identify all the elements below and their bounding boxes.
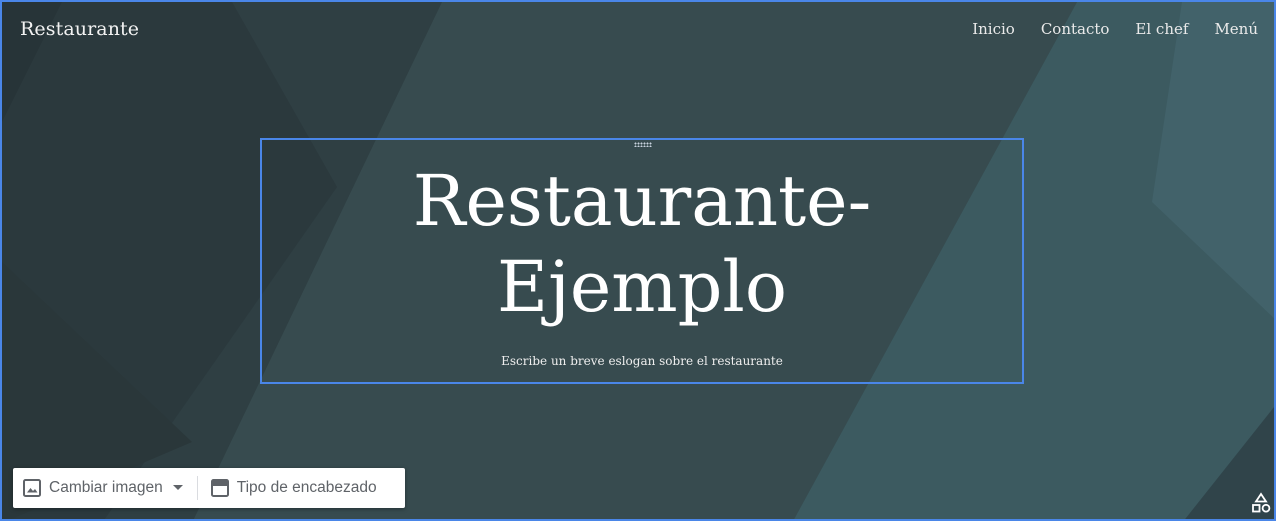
header-type-button[interactable]: Tipo de encabezado — [210, 468, 377, 508]
dropdown-arrow-icon — [172, 485, 183, 490]
toolbar-divider — [196, 476, 198, 500]
selected-text-box[interactable]: Restaurante- Ejemplo Escribe un breve es… — [260, 138, 1024, 384]
header-toolbar: Cambiar imagen Tipo de encabezado — [13, 468, 405, 508]
change-image-label: Cambiar imagen — [49, 479, 163, 496]
header-type-label: Tipo de encabezado — [236, 479, 377, 496]
slogan-text[interactable]: Escribe un breve eslogan sobre el restau… — [262, 354, 1022, 368]
main-nav: Inicio Contacto El chef Menú — [972, 20, 1258, 38]
site-title[interactable]: Restaurante — [20, 18, 139, 40]
nav-item-inicio[interactable]: Inicio — [972, 20, 1015, 38]
nav-item-contacto[interactable]: Contacto — [1041, 20, 1110, 38]
image-icon — [23, 479, 41, 497]
header-banner[interactable]: Restaurante Inicio Contacto El chef Menú… — [0, 0, 1276, 521]
nav-item-el-chef[interactable]: El chef — [1135, 20, 1188, 38]
page-title-line-2: Ejemplo — [497, 246, 787, 328]
page-title[interactable]: Restaurante- Ejemplo — [262, 158, 1022, 330]
header-layout-icon — [210, 479, 229, 497]
shapes-icon[interactable] — [1250, 492, 1272, 514]
change-image-button[interactable]: Cambiar imagen — [23, 468, 183, 508]
drag-handle[interactable] — [634, 142, 652, 147]
page-title-line-1: Restaurante- — [412, 160, 872, 242]
nav-item-menu[interactable]: Menú — [1214, 20, 1258, 38]
